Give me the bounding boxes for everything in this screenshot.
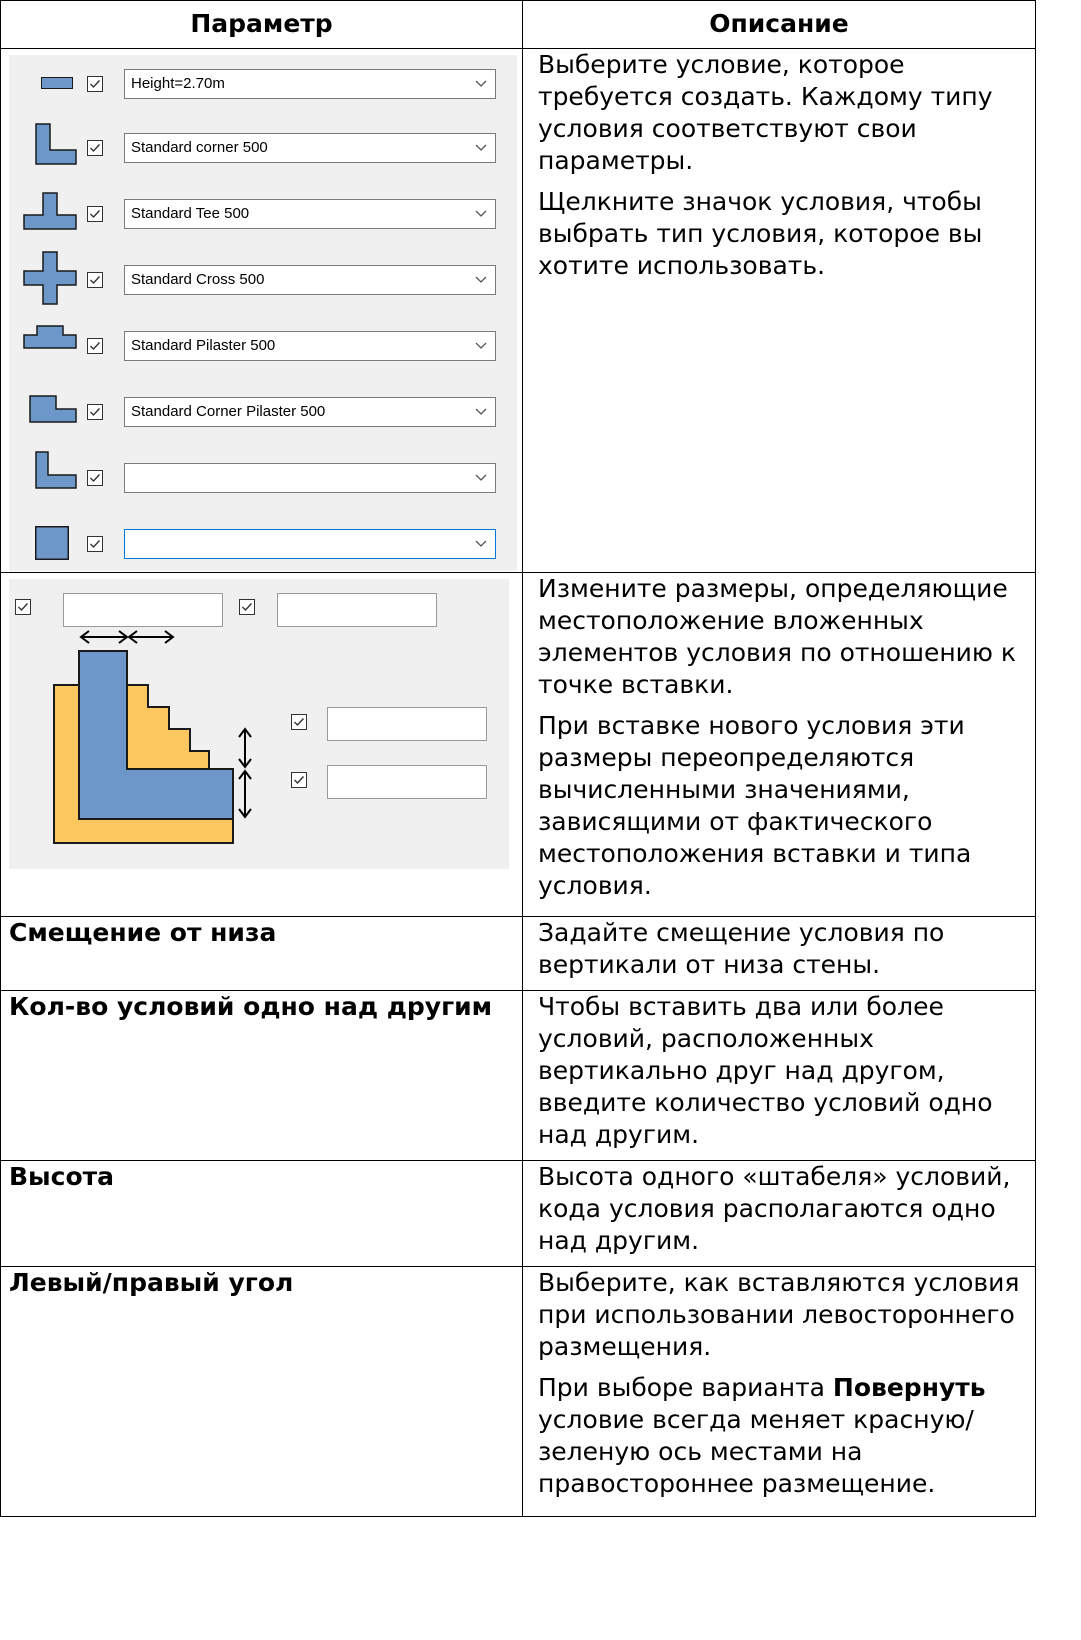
condition-dropdown[interactable]: Standard Tee 500 xyxy=(124,199,496,229)
desc-paragraph: При вставке нового условия эти размеры п… xyxy=(538,711,972,900)
checkmark-icon xyxy=(90,80,101,89)
conditions-description: Выберите условие, которое требуется созд… xyxy=(522,48,1036,573)
cross-icon[interactable] xyxy=(23,251,77,305)
table-row: Левый/правый угол Выберите, как вставляю… xyxy=(0,1266,1036,1517)
desc-text: При выборе варианта xyxy=(538,1373,833,1402)
table-row: Кол-во условий одно над другим Чтобы вст… xyxy=(0,990,1036,1161)
condition-dropdown-value: Standard Corner Pilaster 500 xyxy=(131,403,326,420)
row-description: Задайте смещение условия по вертикали от… xyxy=(522,916,1036,991)
conditions-panel: Height=2.70m Standard corner 500 Standard … xyxy=(9,55,517,571)
param-name: Кол-во условий одно над другим xyxy=(0,990,523,1161)
wall-end-icon[interactable] xyxy=(41,77,73,89)
desc-paragraph: Чтобы вставить два или более условий, ра… xyxy=(538,992,993,1149)
condition-dropdown[interactable]: Standard corner 500 xyxy=(124,133,496,163)
checkmark-icon xyxy=(90,276,101,285)
param-name: Левый/правый угол xyxy=(0,1266,523,1517)
condition-dropdown[interactable]: Standard Corner Pilaster 500 xyxy=(124,397,496,427)
dimension-field[interactable] xyxy=(327,765,487,799)
chevron-down-icon[interactable] xyxy=(475,276,487,284)
dimensions-description: Измените размеры, определяющие местополо… xyxy=(522,572,1036,917)
corner-icon[interactable] xyxy=(35,451,77,489)
header-desc: Описание xyxy=(522,0,1036,49)
chevron-down-icon[interactable] xyxy=(475,342,487,350)
row-description: Высота одного «штабеля» условий, кода ус… xyxy=(522,1160,1036,1267)
dimensions-panel xyxy=(9,579,509,869)
table-header-row: Параметр Описание xyxy=(0,0,1036,49)
condition-dropdown-value: Standard Pilaster 500 xyxy=(131,337,276,354)
param-name: Смещение от низа xyxy=(0,916,523,991)
square-icon[interactable] xyxy=(35,526,69,560)
condition-dropdown-value: Standard Tee 500 xyxy=(131,205,250,222)
chevron-down-icon[interactable] xyxy=(475,144,487,152)
corner-pilaster-icon[interactable] xyxy=(29,395,77,423)
chevron-down-icon[interactable] xyxy=(475,408,487,416)
condition-checkbox[interactable] xyxy=(87,140,103,156)
dimension-field[interactable] xyxy=(327,707,487,741)
table-row: Смещение от низа Задайте смещение услови… xyxy=(0,916,1036,991)
checkmark-icon xyxy=(90,342,101,351)
condition-dropdown[interactable]: Standard Pilaster 500 xyxy=(124,331,496,361)
header-param: Параметр xyxy=(0,0,523,49)
corner-diagram xyxy=(53,630,252,844)
parameters-table: Параметр Описание Height=2.70m Standard … xyxy=(0,0,1036,1517)
row-description: Чтобы вставить два или более условий, ра… xyxy=(522,990,1036,1161)
desc-paragraph: Выберите условие, которое требуется созд… xyxy=(538,50,993,175)
desc-paragraph: Высота одного «штабеля» условий, кода ус… xyxy=(538,1162,1011,1255)
vertical-dimension-arrows xyxy=(238,727,252,819)
horizontal-dimension-arrows xyxy=(79,630,175,644)
table-row: Измените размеры, определяющие местополо… xyxy=(0,572,1036,917)
dimensions-panel-cell xyxy=(0,572,523,917)
condition-dropdown[interactable] xyxy=(124,529,496,559)
desc-paragraph: Задайте смещение условия по вертикали от… xyxy=(538,918,945,979)
desc-paragraph: При выборе варианта Повернуть условие вс… xyxy=(538,1372,1025,1500)
chevron-down-icon[interactable] xyxy=(475,80,487,88)
param-name: Высота xyxy=(0,1160,523,1267)
row-description: Выберите, как вставляются условия при ис… xyxy=(522,1266,1036,1517)
condition-checkbox[interactable] xyxy=(87,536,103,552)
yellow-step-shape xyxy=(126,684,210,770)
condition-dropdown-value: Standard Cross 500 xyxy=(131,271,265,288)
conditions-panel-cell: Height=2.70m Standard corner 500 Standard … xyxy=(0,48,523,573)
chevron-down-icon[interactable] xyxy=(475,540,487,548)
condition-checkbox[interactable] xyxy=(87,338,103,354)
checkmark-icon xyxy=(90,210,101,219)
rotate-option-label: Повернуть xyxy=(832,1373,986,1402)
table-row: Высота Высота одного «штабеля» условий, … xyxy=(0,1160,1036,1267)
condition-dropdown[interactable]: Height=2.70m xyxy=(124,69,496,99)
chevron-down-icon[interactable] xyxy=(475,210,487,218)
pilaster-icon[interactable] xyxy=(23,325,77,349)
condition-checkbox[interactable] xyxy=(87,206,103,222)
desc-paragraph: Выберите, как вставляются условия при ис… xyxy=(538,1268,1020,1361)
desc-paragraph: Щелкните значок условия, чтобы выбрать т… xyxy=(538,187,983,280)
checkmark-icon xyxy=(90,144,101,153)
checkmark-icon xyxy=(90,540,101,549)
checkmark-icon xyxy=(90,408,101,417)
checkmark-icon xyxy=(90,474,101,483)
chevron-down-icon[interactable] xyxy=(475,474,487,482)
condition-dropdown-value: Standard corner 500 xyxy=(131,139,268,156)
condition-dropdown-value: Height=2.70m xyxy=(131,75,225,92)
condition-dropdown[interactable]: Standard Cross 500 xyxy=(124,265,496,295)
desc-paragraph: Измените размеры, определяющие местополо… xyxy=(538,574,1017,699)
corner-icon[interactable] xyxy=(35,123,77,165)
tee-icon[interactable] xyxy=(23,192,77,230)
condition-checkbox[interactable] xyxy=(87,272,103,288)
condition-dropdown[interactable] xyxy=(124,463,496,493)
desc-text: условие всегда меняет красную/ зеленую о… xyxy=(538,1405,974,1498)
condition-checkbox[interactable] xyxy=(87,76,103,92)
table-row: Height=2.70m Standard corner 500 Standard … xyxy=(0,48,1036,573)
condition-checkbox[interactable] xyxy=(87,404,103,420)
condition-checkbox[interactable] xyxy=(87,470,103,486)
